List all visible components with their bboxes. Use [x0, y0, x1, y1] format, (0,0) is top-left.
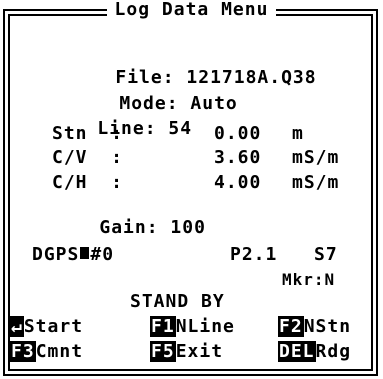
cv-label: C/V : [52, 147, 124, 168]
stn-value: 0.00 [214, 123, 262, 144]
gain-label: Gain: [99, 217, 159, 238]
softkey-f3-label: Cmnt [35, 341, 84, 362]
softkey-f3[interactable]: F3Cmnt [10, 341, 84, 362]
softkey-f5-label: Exit [175, 341, 224, 362]
dgps-label: DGPS [32, 244, 80, 265]
softkey-f2-label: NStn [303, 316, 352, 337]
softkey-del[interactable]: DELRdg [278, 341, 352, 362]
f1-key: F1 [150, 316, 176, 337]
softkey-del-label: Rdg [315, 341, 352, 362]
dgps-row: DGPS #0 [32, 245, 114, 265]
dgps-value: #0 [90, 244, 115, 265]
menu-title: Log Data Menu [0, 0, 383, 20]
gain-value: 100 [170, 217, 206, 238]
softkey-start[interactable]: ↵Start [10, 316, 84, 337]
enter-key-icon: ↵ [10, 316, 24, 337]
softkey-f1-label: NLine [175, 316, 235, 337]
line-value: 54 [168, 118, 193, 139]
ch-value: 4.00 [214, 172, 262, 193]
s-value: S7 [314, 244, 338, 265]
ch-label: C/H : [52, 172, 124, 193]
stn-label: Stn : [52, 123, 124, 144]
softkey-f1[interactable]: F1NLine [150, 316, 235, 337]
marker-value: Mkr:N [282, 270, 336, 289]
signal-block-icon [80, 247, 90, 259]
f3-key: F3 [10, 341, 36, 362]
ch-unit: mS/m [292, 172, 340, 193]
del-key: DEL [278, 341, 316, 362]
cv-unit: mS/m [292, 147, 340, 168]
f5-key: F5 [150, 341, 176, 362]
log-data-menu-screen: Log Data Menu File: 121718A.Q38 Mode: Au… [0, 0, 383, 379]
softkey-f5[interactable]: F5Exit [150, 341, 224, 362]
stn-unit: m [292, 123, 304, 144]
softkey-start-label: Start [23, 316, 84, 337]
p-value: P2.1 [230, 244, 278, 265]
status-text: STAND BY [130, 291, 225, 312]
cv-value: 3.60 [214, 147, 262, 168]
mode-value: Auto [190, 93, 238, 114]
f2-key: F2 [278, 316, 304, 337]
softkey-f2[interactable]: F2NStn [278, 316, 352, 337]
